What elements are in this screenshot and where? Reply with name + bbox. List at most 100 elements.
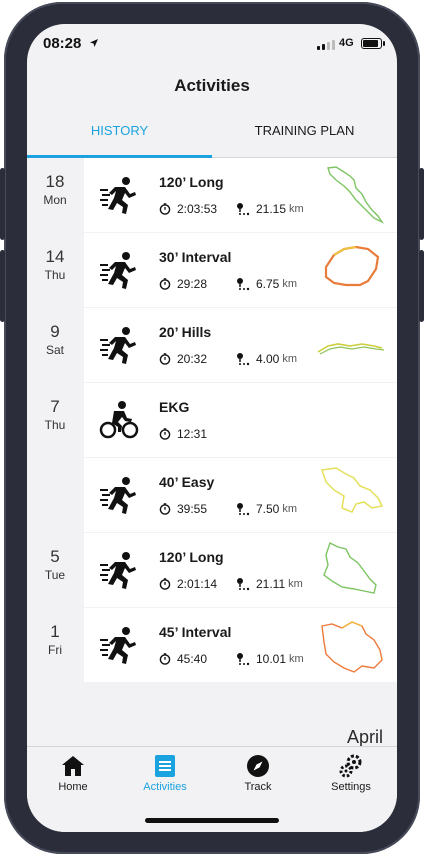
duration-value: 45:40 [177, 652, 208, 666]
date-weekday: Thu [44, 268, 66, 282]
activity-title: 30’ Interval [159, 249, 232, 265]
volume-up-button [0, 168, 5, 240]
route-map-thumbnail [324, 245, 380, 287]
date-day: 5 [50, 547, 60, 566]
nav-activities[interactable]: Activities [119, 753, 211, 793]
app-screen: 08:28 4G Activities HISTORY TRAINING PLA… [27, 24, 397, 832]
date-day: 18 [45, 172, 65, 191]
side-button [419, 250, 424, 322]
activity-row[interactable]: 9 Sat 20’ Hills 20:32 4.00 km [27, 308, 397, 382]
route-map-thumbnail [323, 542, 377, 594]
cycling-icon [98, 399, 140, 441]
duration-value: 2:01:14 [177, 577, 218, 591]
distance-stat: 6.75 km [236, 277, 297, 291]
date-weekday: Tue [44, 568, 66, 582]
stopwatch-icon [159, 203, 177, 215]
activity-title: 45’ Interval [159, 624, 232, 640]
tab-history[interactable]: HISTORY [27, 119, 212, 158]
nav-home[interactable]: Home [27, 753, 119, 793]
activity-row[interactable]: 14 Thu 30’ Interval 29:28 6.75 km [27, 233, 397, 307]
date-weekday: Thu [44, 418, 66, 432]
date-weekday: Mon [43, 193, 67, 207]
stopwatch-icon [159, 578, 177, 590]
home-icon [62, 756, 84, 776]
activity-row[interactable]: 7 Thu EKG 12:31 [27, 383, 397, 457]
activity-card[interactable]: 120’ Long 2:01:14 21.11 km [84, 533, 397, 607]
activity-card[interactable]: 40’ Easy 39:55 7.50 km [84, 458, 397, 532]
duration-value: 12:31 [177, 427, 208, 441]
activity-date: 1 Fri [27, 608, 83, 657]
nav-track[interactable]: Track [212, 753, 304, 793]
stopwatch-icon [159, 353, 177, 365]
distance-unit: km [282, 353, 298, 365]
distance-icon [236, 352, 256, 366]
distance-value: 4.00 [256, 352, 280, 366]
page-title: Activities [174, 76, 250, 95]
activity-row[interactable]: 18 Mon 120’ Long 2:03:53 21.15 km [27, 158, 397, 232]
distance-stat: 4.00 km [236, 352, 297, 366]
activity-card[interactable]: 45’ Interval 45:40 10.01 km [84, 608, 397, 682]
distance-stat: 7.50 km [236, 502, 297, 516]
activity-card[interactable]: EKG 12:31 [84, 383, 397, 457]
month-label: April [346, 727, 383, 747]
duration-stat: 39:55 [159, 502, 207, 516]
compass-icon [247, 755, 269, 777]
distance-value: 21.11 [256, 577, 286, 591]
route-map-thumbnail [327, 166, 385, 224]
distance-stat: 10.01 km [236, 652, 304, 666]
stopwatch-icon [159, 428, 177, 440]
nav-home-label: Home [58, 781, 88, 793]
network-label: 4G [339, 37, 354, 49]
activity-title: 120’ Long [159, 174, 224, 190]
duration-stat: 12:31 [159, 427, 207, 441]
distance-unit: km [289, 203, 304, 215]
date-day: 7 [50, 397, 60, 416]
volume-down-button [0, 250, 5, 322]
activity-card[interactable]: 120’ Long 2:03:53 21.15 km [84, 158, 397, 232]
signal-strength-icon [317, 40, 335, 50]
date-weekday: Fri [48, 643, 62, 657]
activity-date: 18 Mon [27, 158, 83, 207]
battery-icon [361, 38, 382, 49]
duration-stat: 29:28 [159, 277, 207, 291]
run-icon [98, 249, 140, 291]
status-time: 08:28 [43, 35, 82, 52]
distance-icon [236, 202, 256, 216]
distance-unit: km [289, 653, 304, 665]
distance-value: 10.01 [256, 652, 287, 666]
activity-row[interactable]: 40’ Easy 39:55 7.50 km [27, 458, 397, 532]
nav-settings[interactable]: Settings [305, 753, 397, 793]
activity-title: 120’ Long [159, 549, 224, 565]
home-indicator[interactable] [145, 818, 279, 823]
gears-icon [339, 754, 362, 778]
route-map-thumbnail [317, 343, 385, 355]
route-map-thumbnail [321, 467, 384, 513]
duration-stat: 45:40 [159, 652, 207, 666]
tab-training-plan[interactable]: TRAINING PLAN [212, 119, 397, 157]
duration-stat: 2:01:14 [159, 577, 217, 591]
distance-stat: 21.15 km [236, 202, 304, 216]
run-icon [98, 549, 140, 591]
distance-value: 6.75 [256, 277, 280, 291]
duration-value: 20:32 [177, 352, 208, 366]
activity-card[interactable]: 30’ Interval 29:28 6.75 km [84, 233, 397, 307]
duration-value: 29:28 [177, 277, 208, 291]
nav-track-label: Track [244, 781, 272, 793]
activity-title: EKG [159, 399, 190, 415]
activity-row[interactable]: 5 Tue 120’ Long 2:01:14 21.11 km [27, 533, 397, 607]
activity-date: 14 Thu [27, 233, 83, 282]
activity-card[interactable]: 20’ Hills 20:32 4.00 km [84, 308, 397, 382]
distance-unit: km [288, 578, 303, 590]
activity-date [27, 458, 83, 472]
activity-date: 7 Thu [27, 383, 83, 432]
distance-value: 7.50 [256, 502, 280, 516]
distance-stat: 21.11 km [236, 577, 303, 591]
date-weekday: Sat [45, 343, 64, 357]
stopwatch-icon [159, 278, 177, 290]
stopwatch-icon [159, 653, 177, 665]
activity-row[interactable]: 1 Fri 45’ Interval 45:40 10.01 km [27, 608, 397, 682]
activity-date: 5 Tue [27, 533, 83, 582]
distance-unit: km [282, 503, 298, 515]
duration-value: 2:03:53 [177, 202, 218, 216]
date-day: 1 [50, 622, 60, 641]
